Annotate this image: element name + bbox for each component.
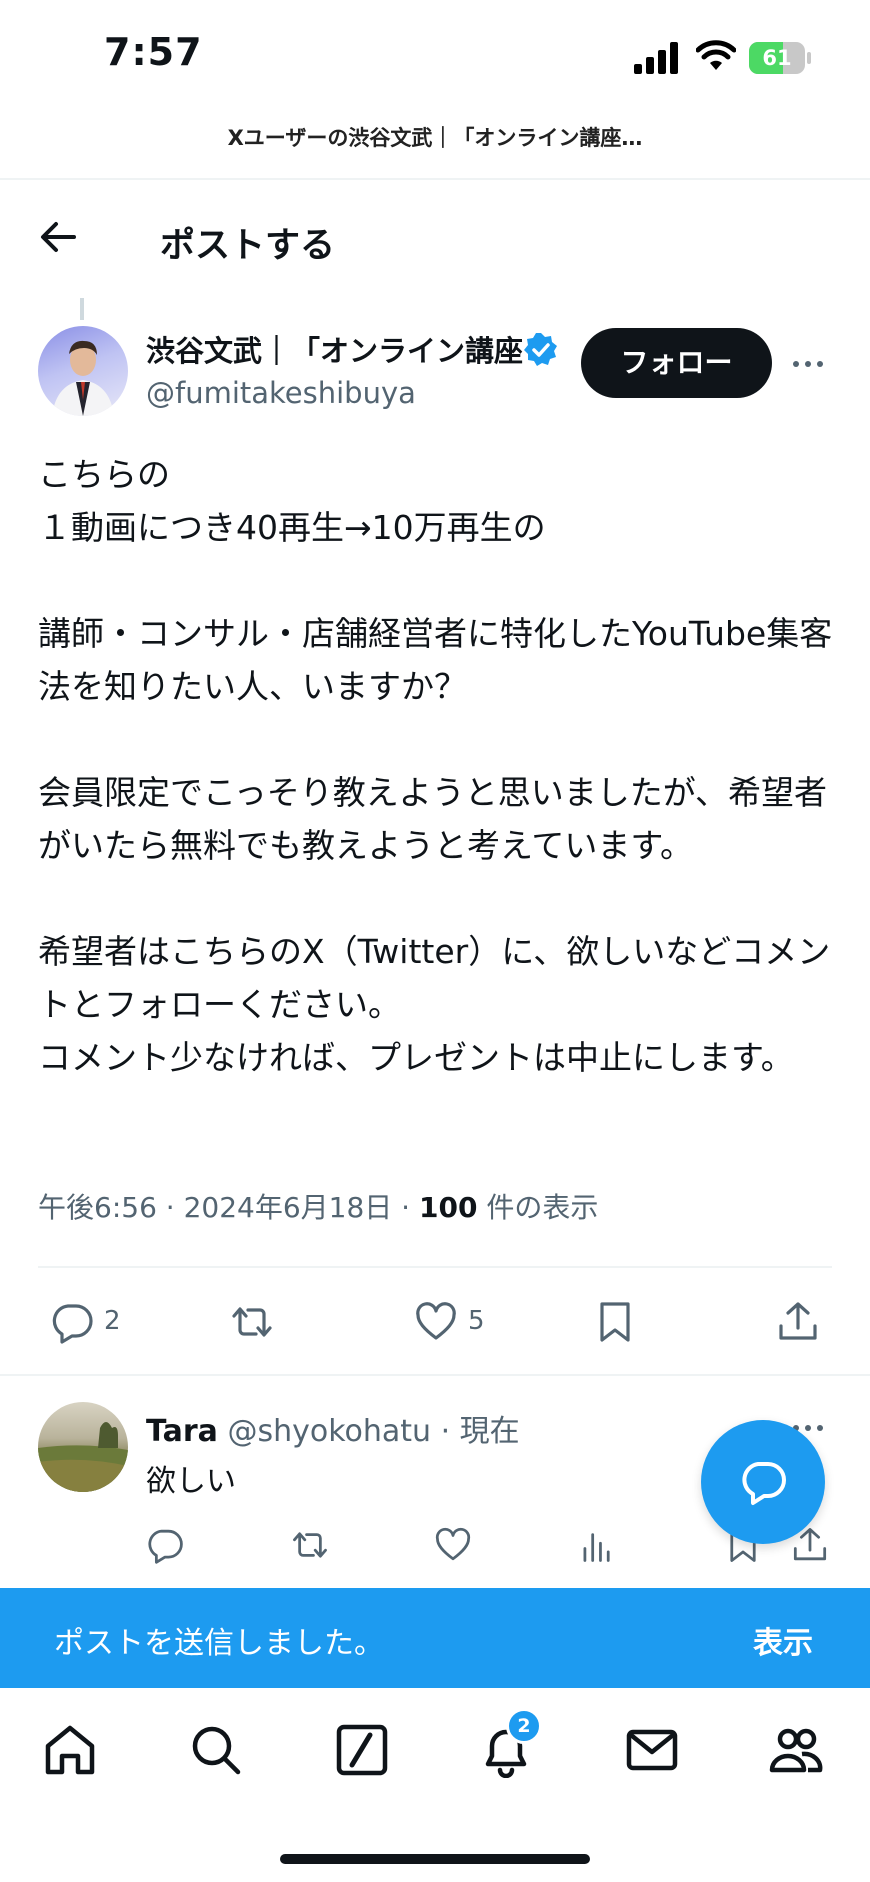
thread-line: [80, 298, 84, 320]
share-button[interactable]: [776, 1300, 820, 1346]
reply-author-name[interactable]: Tara: [146, 1414, 218, 1449]
heart-icon: [416, 1302, 456, 1340]
reply-text: 欲しい: [146, 1464, 236, 1499]
analytics-icon: [583, 1533, 610, 1562]
notification-badge: 2: [506, 1708, 542, 1744]
search-icon: [192, 1726, 241, 1775]
author-avatar[interactable]: [38, 326, 128, 416]
back-arrow-icon[interactable]: [36, 215, 80, 259]
reply-icon: [742, 1462, 786, 1505]
nav-grok[interactable]: [334, 1722, 390, 1778]
toast-view-button[interactable]: 表示: [753, 1618, 813, 1662]
heart-icon: [435, 1527, 471, 1561]
author-handle[interactable]: @fumitakeshibuya: [146, 376, 416, 410]
verified-badge-icon: [524, 333, 557, 366]
toast-banner: ポストを送信しました。 表示: [0, 1588, 870, 1688]
reply-views-button[interactable]: [578, 1526, 616, 1568]
reply-count: 2: [104, 1306, 121, 1336]
like-count: 5: [468, 1306, 485, 1336]
reply-author-handle[interactable]: @shyokohatu: [227, 1414, 431, 1449]
battery-level: 61: [762, 46, 792, 70]
grok-icon: [336, 1724, 388, 1776]
wifi-icon: [696, 40, 736, 70]
divider: [0, 178, 870, 180]
follow-button[interactable]: フォロー: [581, 328, 772, 398]
home-indicator: [280, 1854, 590, 1864]
like-button[interactable]: 5: [414, 1300, 485, 1346]
header-title: ポストする: [160, 226, 336, 266]
more-options-icon[interactable]: [790, 346, 826, 382]
view-count: 100: [418, 1191, 478, 1224]
repost-icon: [293, 1532, 327, 1558]
reply-icon: [148, 1529, 183, 1564]
bookmark-icon: [600, 1302, 630, 1342]
reply-button[interactable]: 2: [50, 1300, 121, 1346]
nav-search[interactable]: [188, 1722, 244, 1778]
repost-icon: [232, 1307, 272, 1337]
communities-icon: [769, 1728, 823, 1773]
toast-message: ポストを送信しました。: [54, 1626, 384, 1661]
compose-reply-fab[interactable]: [701, 1420, 825, 1544]
reply-author-avatar[interactable]: [38, 1402, 128, 1492]
battery-icon: 61: [749, 42, 811, 74]
reply-icon: [52, 1304, 93, 1344]
reply-header: Tara @shyokohatu · 現在: [146, 1406, 520, 1450]
divider: [38, 1266, 832, 1268]
view-label: 件の表示: [477, 1191, 599, 1224]
reply-reply-button[interactable]: [146, 1526, 184, 1568]
post-timestamp: 午後6:56 · 2024年6月18日 ·: [38, 1191, 419, 1224]
bookmark-button[interactable]: [593, 1300, 637, 1346]
status-time: 7:57: [104, 30, 203, 74]
cellular-signal-icon: [634, 42, 678, 74]
author-name[interactable]: 渋谷文武｜「オンライン講座: [146, 328, 524, 370]
reply-like-button[interactable]: [434, 1526, 472, 1568]
divider: [0, 1374, 870, 1376]
bottom-navigation: 2: [0, 1688, 870, 1882]
repost-button[interactable]: [230, 1300, 274, 1346]
nav-home[interactable]: [42, 1722, 98, 1778]
reply-time: · 現在: [431, 1414, 520, 1449]
nav-messages[interactable]: [624, 1722, 680, 1778]
post-body: こちらの １動画につき40再生→10万再生の 講師・コンサル・店舗経営者に特化し…: [38, 455, 833, 1077]
nav-communities[interactable]: [768, 1722, 824, 1778]
post-meta: 午後6:56 · 2024年6月18日 · 100 件の表示: [38, 1186, 598, 1226]
share-icon: [779, 1302, 817, 1340]
mail-icon: [626, 1729, 678, 1771]
home-icon: [45, 1725, 95, 1775]
page-title: Xユーザーの渋谷文武｜「オンライン講座…: [227, 126, 643, 150]
reply-repost-button[interactable]: [291, 1526, 329, 1568]
